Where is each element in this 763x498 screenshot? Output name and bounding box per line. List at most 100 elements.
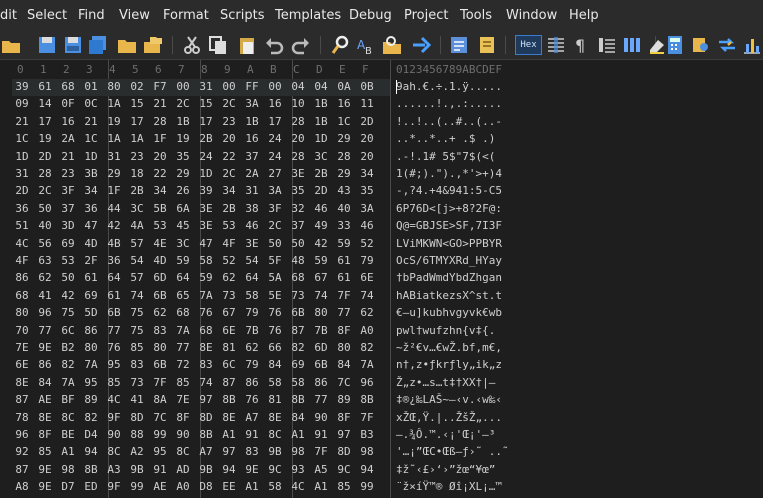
hex-byte[interactable]: 8F [35, 428, 55, 441]
hex-byte[interactable]: 84 [265, 358, 285, 371]
hex-byte[interactable]: AE [35, 393, 55, 406]
hex-byte[interactable]: 57 [127, 271, 147, 284]
hex-byte[interactable]: 6C [58, 324, 78, 337]
hex-byte[interactable]: 97 [219, 445, 239, 458]
hex-byte[interactable]: 63 [35, 254, 55, 267]
ruler-icon[interactable] [596, 34, 618, 56]
hex-byte[interactable]: 2D [357, 115, 377, 128]
hex-byte[interactable]: 75 [127, 306, 147, 319]
hex-byte[interactable]: 16 [265, 97, 285, 110]
hex-byte[interactable]: 62 [357, 306, 377, 319]
hex-byte[interactable]: 50 [58, 271, 78, 284]
hex-byte[interactable]: 4C [104, 393, 124, 406]
hex-byte[interactable]: 37 [288, 219, 308, 232]
copy-icon[interactable] [207, 34, 229, 56]
hex-byte[interactable]: 5B [150, 202, 170, 215]
hex-byte[interactable]: 21 [58, 150, 78, 163]
hex-byte[interactable]: 01 [81, 80, 101, 93]
hex-byte[interactable]: 52 [357, 237, 377, 250]
hex-byte[interactable]: 0A [334, 80, 354, 93]
hex-byte[interactable]: 7F [150, 376, 170, 389]
hex-byte[interactable]: 2C [173, 97, 193, 110]
ascii-row[interactable]: ‡ž˜‹£›‘­›”žœ“¥œ” [396, 463, 495, 476]
hex-byte[interactable]: 02 [127, 80, 147, 93]
paste-icon[interactable] [236, 34, 258, 56]
ascii-row[interactable]: n†,z•ƒkrƒly„ik„z [396, 358, 502, 371]
hex-byte[interactable]: 69 [58, 237, 78, 250]
hex-byte[interactable]: 7A [173, 324, 193, 337]
hex-byte[interactable]: A0 [173, 480, 193, 493]
hex-byte[interactable]: 79 [357, 254, 377, 267]
hex-byte[interactable]: 23 [58, 167, 78, 180]
hex-byte[interactable]: 2D [12, 184, 32, 197]
hex-byte[interactable]: 29 [334, 167, 354, 180]
hex-byte[interactable]: 7A [58, 376, 78, 389]
open-folder-icon[interactable] [0, 34, 22, 56]
hex-byte[interactable]: 3A [242, 97, 262, 110]
menu-view[interactable]: View [119, 8, 150, 23]
hex-byte[interactable]: 94 [219, 463, 239, 476]
hex-byte[interactable]: 7C [150, 411, 170, 424]
hex-byte[interactable]: 86 [311, 376, 331, 389]
hex-byte[interactable]: 90 [311, 411, 331, 424]
hex-byte[interactable]: 41 [127, 393, 147, 406]
hex-byte[interactable]: 6B [288, 306, 308, 319]
hex-byte[interactable]: 46 [357, 219, 377, 232]
hex-byte[interactable]: 3E [196, 202, 216, 215]
hex-byte[interactable]: 67 [219, 306, 239, 319]
hex-byte[interactable]: 2B [196, 132, 216, 145]
hex-byte[interactable]: 96 [12, 428, 32, 441]
hex-byte[interactable]: A1 [311, 480, 331, 493]
hex-byte[interactable]: 1C [12, 132, 32, 145]
hex-byte[interactable]: 61 [334, 271, 354, 284]
ascii-row[interactable]: OcS/6TMYXRd_HYay [396, 254, 502, 267]
hex-byte[interactable]: 5A [265, 271, 285, 284]
hex-byte[interactable]: 83 [242, 445, 262, 458]
hex-byte[interactable]: 29 [173, 167, 193, 180]
hex-byte[interactable]: 73 [127, 376, 147, 389]
hex-byte[interactable]: 8F [334, 411, 354, 424]
hex-byte[interactable]: 9E [35, 341, 55, 354]
hex-byte[interactable]: 10 [288, 97, 308, 110]
hex-byte[interactable]: 37 [58, 202, 78, 215]
hex-byte[interactable]: 53 [58, 254, 78, 267]
hex-byte[interactable]: 87 [12, 463, 32, 476]
hex-byte[interactable]: 35 [173, 150, 193, 163]
hex-byte[interactable]: 86 [12, 271, 32, 284]
hex-byte[interactable]: 7E [12, 341, 32, 354]
hex-byte[interactable]: B3 [357, 428, 377, 441]
hex-byte[interactable]: 8B [196, 428, 216, 441]
hex-byte[interactable]: 1D [12, 150, 32, 163]
hex-byte[interactable]: 43 [334, 184, 354, 197]
hex-byte[interactable]: 37 [242, 150, 262, 163]
hex-byte[interactable]: 95 [104, 358, 124, 371]
menu-tools[interactable]: Tools [460, 8, 492, 23]
columns-icon[interactable] [621, 34, 643, 56]
hex-byte[interactable]: 67 [311, 271, 331, 284]
hex-byte[interactable]: 91 [242, 428, 262, 441]
hex-byte[interactable]: 7F [311, 445, 331, 458]
hex-byte[interactable]: 3E [242, 237, 262, 250]
hex-byte[interactable]: 80 [12, 306, 32, 319]
hex-byte[interactable]: 23 [219, 115, 239, 128]
hex-byte[interactable]: 54 [242, 254, 262, 267]
menu-select[interactable]: Select [27, 8, 67, 23]
hex-byte[interactable]: 89 [81, 393, 101, 406]
hex-byte[interactable]: 42 [58, 289, 78, 302]
hex-byte[interactable]: 8C [173, 445, 193, 458]
hex-byte[interactable]: 7F [357, 411, 377, 424]
hex-byte[interactable]: 47 [196, 237, 216, 250]
hex-byte[interactable]: 80 [81, 341, 101, 354]
hex-byte[interactable]: 42 [104, 219, 124, 232]
hex-byte[interactable]: 1A [104, 132, 124, 145]
hex-byte[interactable]: 4F [219, 237, 239, 250]
hex-byte[interactable]: 0C [81, 97, 101, 110]
redo-icon[interactable] [290, 34, 312, 56]
hex-byte[interactable]: D8 [196, 480, 216, 493]
hex-byte[interactable]: 32 [288, 202, 308, 215]
hex-byte[interactable]: 91 [150, 463, 170, 476]
hex-byte[interactable]: 50 [265, 237, 285, 250]
hex-byte[interactable]: 57 [127, 237, 147, 250]
hex-byte[interactable]: 20 [357, 132, 377, 145]
hex-byte[interactable]: 7C [334, 376, 354, 389]
